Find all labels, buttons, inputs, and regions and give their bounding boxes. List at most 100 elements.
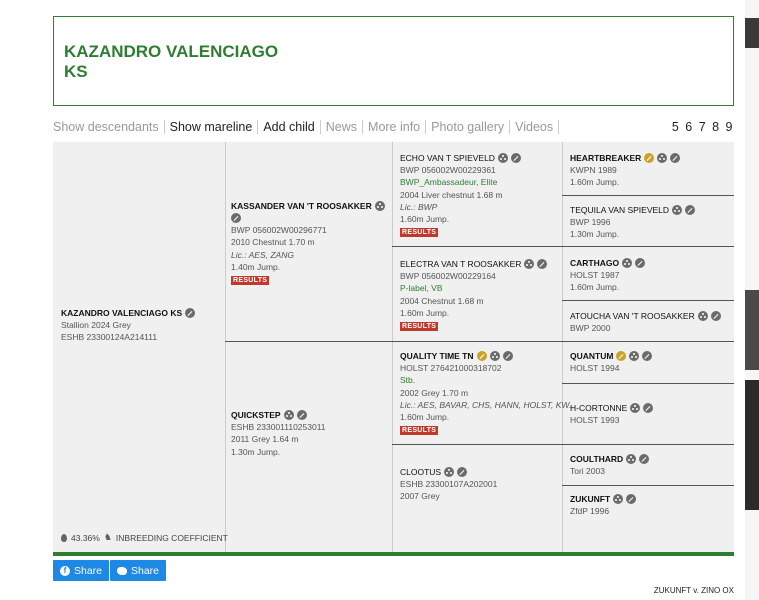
family-icon[interactable] bbox=[489, 351, 500, 362]
edit-icon[interactable] bbox=[643, 403, 654, 414]
edit-icon[interactable] bbox=[185, 308, 196, 319]
great-grandparent-name[interactable]: ZUKUNFT bbox=[570, 493, 610, 505]
twitter-icon bbox=[117, 566, 127, 575]
family-icon[interactable] bbox=[622, 258, 633, 269]
pedigree-table: KAZANDRO VALENCIAGO KS Stallion 2024 Gre… bbox=[53, 142, 734, 552]
edit-icon[interactable] bbox=[296, 410, 307, 421]
sire-info: 2010 Chestnut 1.70 m bbox=[231, 237, 315, 248]
edit-icon[interactable] bbox=[537, 259, 548, 270]
great-grandparent-reg: ZfdP 1996 bbox=[570, 506, 610, 517]
dam-name[interactable]: QUICKSTEP bbox=[231, 409, 281, 421]
great-grandparent-reg: HOLST 1993 bbox=[570, 415, 620, 426]
results-badge[interactable]: RESULTS bbox=[400, 322, 439, 332]
inbreeding-info: 43.36% ♞ INBREEDING COEFFICIENT bbox=[61, 532, 228, 543]
family-icon[interactable] bbox=[497, 153, 508, 164]
family-icon[interactable] bbox=[613, 494, 624, 505]
edit-icon[interactable] bbox=[644, 153, 655, 164]
great-grandparent-name[interactable]: TEQUILA VAN SPIEVELD bbox=[570, 204, 669, 216]
family-icon[interactable] bbox=[374, 201, 385, 212]
grandparent-horse: ECHO VAN T SPIEVELD BWP 056002W00229361 … bbox=[400, 152, 521, 238]
grandparent-licence: Lic.: BWP bbox=[400, 201, 438, 212]
great-grandparent-horse: ATOUCHA VAN 'T ROOSAKKER BWP 2000 bbox=[570, 310, 721, 334]
twitter-share-label: Share bbox=[131, 564, 160, 577]
results-badge[interactable]: RESULTS bbox=[400, 228, 439, 238]
great-grandparent-horse: ZUKUNFT ZfdP 1996 bbox=[570, 493, 637, 517]
edit-icon[interactable] bbox=[710, 311, 721, 322]
row-divider bbox=[392, 444, 734, 445]
family-icon[interactable] bbox=[672, 205, 683, 216]
family-icon[interactable] bbox=[697, 311, 708, 322]
great-grandparent-name[interactable]: COULTHARD bbox=[570, 453, 623, 465]
grandparent-predicate: P-label, VB bbox=[400, 283, 443, 294]
great-grandparent-reg: Tori 2003 bbox=[570, 466, 605, 477]
row-divider bbox=[562, 195, 734, 196]
grandparent-name[interactable]: CLOOTUS bbox=[400, 466, 441, 478]
great-grandparent-name[interactable]: CARTHAGO bbox=[570, 257, 619, 269]
family-icon[interactable] bbox=[283, 410, 294, 421]
add-child-link[interactable]: Add child bbox=[258, 120, 321, 134]
twitter-share-button[interactable]: Share bbox=[110, 560, 167, 581]
edit-icon[interactable] bbox=[476, 351, 487, 362]
show-mareline-link[interactable]: Show mareline bbox=[165, 120, 259, 134]
results-badge[interactable]: RESULTS bbox=[400, 426, 439, 436]
edit-icon[interactable] bbox=[642, 351, 653, 362]
family-icon[interactable] bbox=[629, 351, 640, 362]
great-grandparent-name[interactable]: H-CORTONNE bbox=[570, 402, 627, 414]
horse-icon: ♞ bbox=[103, 532, 112, 542]
generation-pager[interactable]: 5 6 7 8 9 bbox=[672, 120, 734, 134]
facebook-share-button[interactable]: f Share bbox=[53, 560, 110, 581]
page-title: KAZANDRO VALENCIAGO KS bbox=[64, 42, 278, 82]
grandparent-name[interactable]: ELECTRA VAN T ROOSAKKER bbox=[400, 258, 521, 270]
grandparent-predicate: Stb. bbox=[400, 375, 416, 386]
edit-icon[interactable] bbox=[685, 205, 696, 216]
drop-icon bbox=[61, 533, 67, 542]
sire-reg: BWP 056002W00296771 bbox=[231, 225, 327, 236]
page-title-line2: KS bbox=[64, 62, 88, 81]
edit-icon[interactable] bbox=[635, 258, 646, 269]
edit-icon[interactable] bbox=[616, 351, 627, 362]
title-box: KAZANDRO VALENCIAGO KS bbox=[53, 16, 734, 106]
grandparent-name[interactable]: ECHO VAN T SPIEVELD bbox=[400, 152, 495, 164]
grandparent-horse: CLOOTUS ESHB 23300107A202001 2007 Grey bbox=[400, 466, 497, 503]
grandparent-name[interactable]: QUALITY TIME TN bbox=[400, 350, 474, 362]
family-icon[interactable] bbox=[626, 454, 637, 465]
videos-link[interactable]: Videos bbox=[510, 120, 560, 134]
inbreeding-value: 43.36% bbox=[71, 532, 100, 543]
grandparent-reg: BWP 056002W00229164 bbox=[400, 271, 496, 282]
action-nav: Show descendants Show mareline Add child… bbox=[53, 116, 734, 138]
side-thumbnail bbox=[745, 290, 759, 370]
divider-bar bbox=[53, 552, 734, 556]
family-icon[interactable] bbox=[444, 467, 455, 478]
edit-icon[interactable] bbox=[502, 351, 513, 362]
photo-gallery-link[interactable]: Photo gallery bbox=[426, 120, 511, 134]
edit-icon[interactable] bbox=[626, 494, 637, 505]
edit-icon[interactable] bbox=[639, 454, 650, 465]
family-icon[interactable] bbox=[630, 403, 641, 414]
great-grandparent-name[interactable]: ATOUCHA VAN 'T ROOSAKKER bbox=[570, 310, 695, 322]
row-divider bbox=[562, 300, 734, 301]
row-divider bbox=[392, 246, 734, 247]
more-info-link[interactable]: More info bbox=[363, 120, 427, 134]
subject-name[interactable]: KAZANDRO VALENCIAGO KS bbox=[61, 307, 182, 319]
footer-caption: ZUKUNFT v. ZINO OX bbox=[653, 586, 734, 595]
results-badge[interactable]: RESULTS bbox=[231, 276, 270, 286]
show-descendants-link[interactable]: Show descendants bbox=[53, 120, 165, 134]
great-grandparent-name[interactable]: HEARTBREAKER bbox=[570, 152, 641, 164]
great-grandparent-name[interactable]: QUANTUM bbox=[570, 350, 613, 362]
sire-name[interactable]: KASSANDER VAN 'T ROOSAKKER bbox=[231, 200, 372, 212]
dam-horse: QUICKSTEP ESHB 233001110253011 2011 Grey… bbox=[231, 409, 326, 458]
row-divider bbox=[225, 341, 734, 342]
grandparent-reg: HOLST 276421000318702 bbox=[400, 363, 502, 374]
edit-icon[interactable] bbox=[670, 153, 681, 164]
subject-line1: Stallion 2024 Grey bbox=[61, 320, 131, 331]
edit-icon[interactable] bbox=[457, 467, 468, 478]
news-link[interactable]: News bbox=[321, 120, 364, 134]
great-grandparent-horse: HEARTBREAKER KWPN 1989 1.60m Jump. bbox=[570, 152, 681, 189]
edit-icon[interactable] bbox=[510, 153, 521, 164]
family-icon[interactable] bbox=[657, 153, 668, 164]
subject-horse: KAZANDRO VALENCIAGO KS Stallion 2024 Gre… bbox=[61, 307, 196, 344]
family-icon[interactable] bbox=[524, 259, 535, 270]
inbreeding-label[interactable]: INBREEDING COEFFICIENT bbox=[116, 533, 228, 543]
grandparent-reg: ESHB 23300107A202001 bbox=[400, 479, 498, 490]
edit-icon[interactable] bbox=[231, 213, 241, 224]
